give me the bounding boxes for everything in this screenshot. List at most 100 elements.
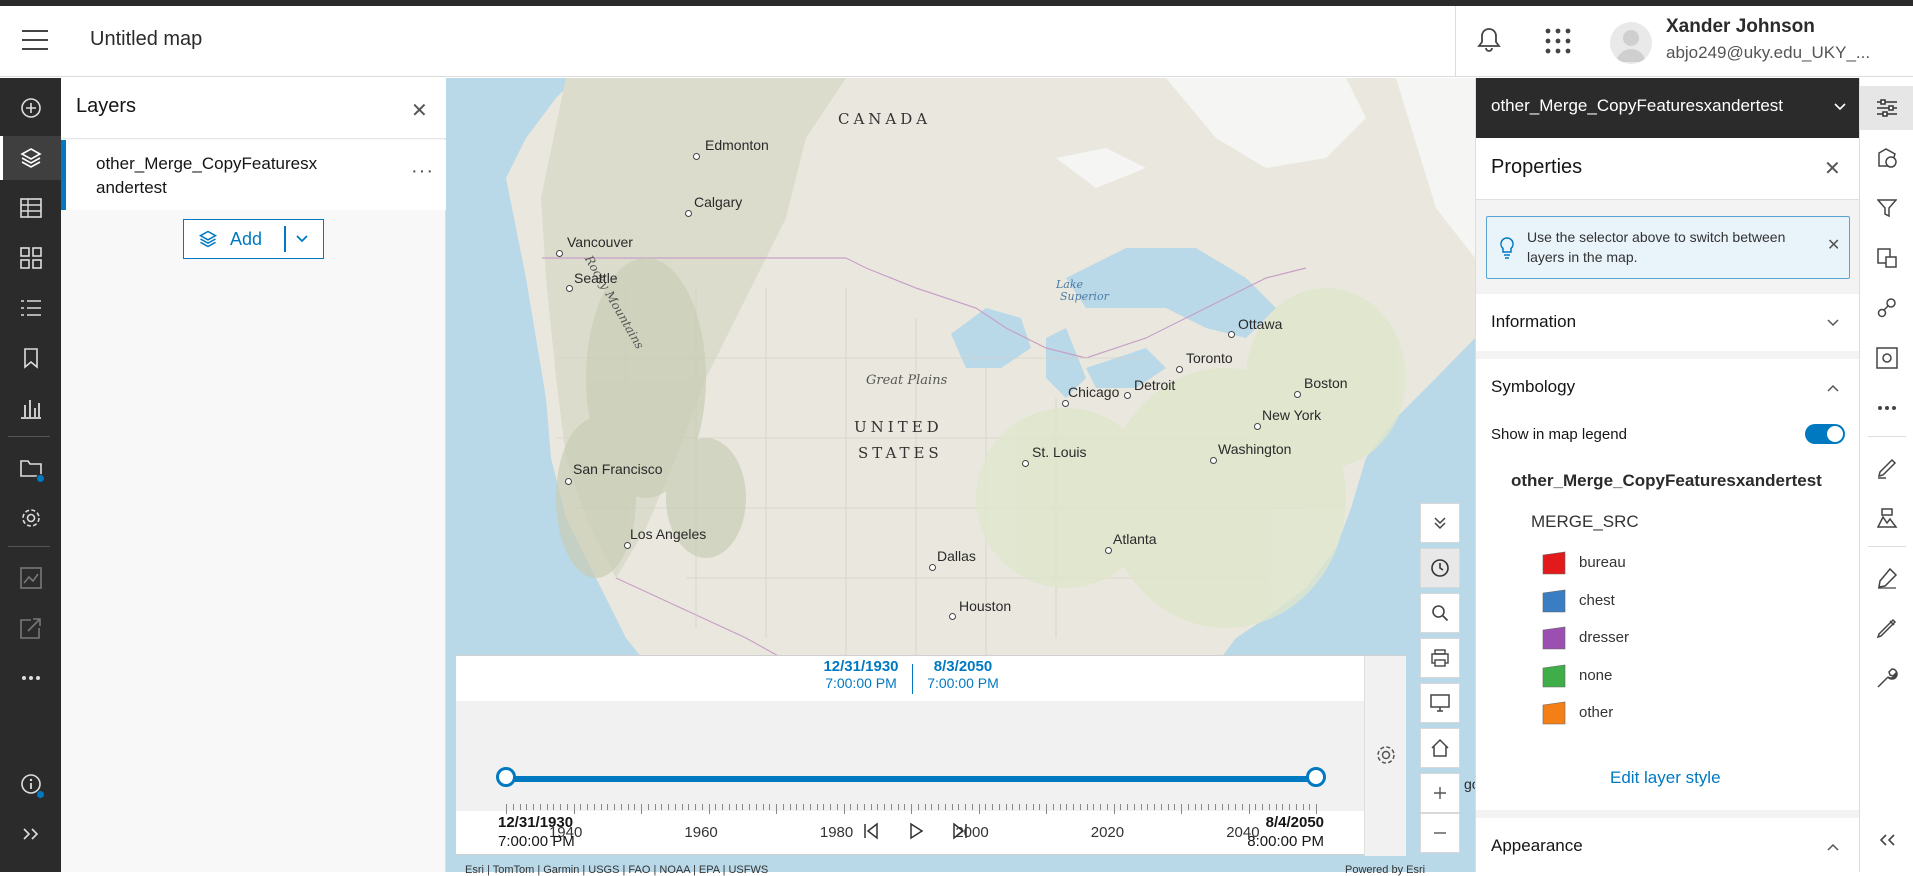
range-divider <box>912 664 913 694</box>
zoom-out-icon[interactable] <box>1420 813 1460 853</box>
bookmark-icon[interactable] <box>0 336 61 380</box>
more-icon[interactable] <box>1860 386 1913 430</box>
basemap-icon[interactable] <box>0 236 61 280</box>
analysis-icon[interactable] <box>0 556 61 600</box>
app-header: Untitled map Xander Johnson abjo249@uky.… <box>0 6 1913 77</box>
close-icon[interactable]: ✕ <box>1824 156 1841 181</box>
home-icon[interactable] <box>1420 728 1460 768</box>
chevron-down-icon[interactable] <box>295 230 309 248</box>
tick-mark <box>762 804 764 810</box>
expand-icon[interactable] <box>0 812 61 856</box>
layer-selector[interactable]: other_Merge_CopyFeaturesxandertest <box>1476 78 1860 138</box>
zoom-in-icon[interactable] <box>1420 773 1460 813</box>
edit-layer-style-link[interactable]: Edit layer style <box>1610 768 1721 788</box>
tick-mark <box>1255 804 1257 810</box>
map-label-united: UNITED <box>854 418 943 436</box>
tick-mark <box>1120 804 1122 810</box>
properties-header: Properties ✕ <box>1476 138 1860 200</box>
layers-icon[interactable] <box>0 136 61 180</box>
pop-ups-icon[interactable] <box>1860 286 1913 330</box>
table-icon[interactable] <box>0 186 61 230</box>
symbology-label[interactable]: Symbology <box>1491 377 1575 397</box>
draw-icon[interactable] <box>1860 606 1913 650</box>
charts-icon[interactable] <box>0 386 61 430</box>
display-icon[interactable] <box>1420 683 1460 723</box>
edit-icon[interactable] <box>1860 556 1913 600</box>
avatar[interactable] <box>1610 22 1652 64</box>
tick-mark <box>965 804 966 810</box>
layer-options-icon[interactable]: ··· <box>411 160 434 183</box>
layer-item[interactable]: other_Merge_CopyFeaturesxandertest ··· <box>61 140 446 210</box>
legend-swatch <box>1542 701 1566 725</box>
filter-icon[interactable] <box>1860 186 1913 230</box>
folder-icon[interactable] <box>0 446 61 490</box>
tick-mark <box>526 804 528 810</box>
notifications-icon[interactable] <box>1476 26 1502 59</box>
tick-mark <box>1154 804 1155 810</box>
info-icon[interactable] <box>0 762 61 806</box>
tick-mark <box>1262 804 1263 810</box>
slider-track[interactable] <box>506 776 1316 782</box>
chevron-down-icon <box>1834 103 1846 111</box>
city-marker <box>1022 460 1029 467</box>
effects-icon[interactable] <box>1860 236 1913 280</box>
appearance-section[interactable]: Appearance <box>1476 818 1860 872</box>
user-email[interactable]: abjo249@uky.edu_UKY_... <box>1666 43 1886 63</box>
chevron-up-icon[interactable] <box>1826 381 1840 395</box>
add-icon[interactable] <box>0 86 61 130</box>
city-marker <box>1124 392 1131 399</box>
next-icon[interactable] <box>950 821 970 846</box>
sketch-icon[interactable] <box>1860 446 1913 490</box>
city-marker <box>949 613 956 620</box>
powered-by-esri[interactable]: Powered by Esri <box>1345 864 1425 876</box>
tick-mark <box>1039 804 1041 810</box>
settings-icon[interactable] <box>0 496 61 540</box>
tools-icon[interactable] <box>1860 656 1913 700</box>
collapse-tools-icon[interactable] <box>1420 503 1460 543</box>
tick-mark <box>614 804 615 810</box>
play-icon[interactable] <box>906 821 926 846</box>
symbology-section: Symbology Show in map legend other_Merge… <box>1476 359 1860 810</box>
styles-icon[interactable] <box>1860 136 1913 180</box>
share-icon[interactable] <box>0 606 61 650</box>
tick-mark <box>641 804 642 814</box>
print-icon[interactable] <box>1420 638 1460 678</box>
user-name[interactable]: Xander Johnson <box>1666 16 1815 38</box>
gear-icon[interactable] <box>1375 744 1397 771</box>
app-launcher-icon[interactable] <box>1545 28 1571 59</box>
labels-icon[interactable] <box>1860 496 1913 540</box>
city-marker <box>693 153 700 160</box>
slider-start-handle[interactable] <box>496 767 516 787</box>
tick-mark <box>938 804 939 810</box>
information-section[interactable]: Information <box>1476 294 1860 351</box>
tick-mark <box>735 804 737 810</box>
menu-icon[interactable] <box>22 30 48 52</box>
tick-mark <box>944 804 946 810</box>
layers-icon <box>198 230 218 248</box>
close-icon[interactable]: ✕ <box>411 98 428 123</box>
tick-mark <box>1113 804 1115 814</box>
map-title[interactable]: Untitled map <box>90 28 202 51</box>
previous-icon[interactable] <box>861 821 881 846</box>
add-layer-button[interactable]: Add <box>183 219 324 259</box>
configure-icon[interactable] <box>1860 336 1913 380</box>
slider-end-handle[interactable] <box>1306 767 1326 787</box>
properties-icon[interactable] <box>1860 86 1913 130</box>
tick-mark <box>789 804 791 810</box>
tick-mark <box>850 804 852 810</box>
city-label-detroit: Detroit <box>1134 377 1176 393</box>
legend-icon[interactable] <box>0 286 61 330</box>
year-label: 1960 <box>684 824 718 841</box>
close-icon[interactable]: ✕ <box>1827 235 1840 255</box>
tick-mark <box>539 804 541 810</box>
show-in-legend-toggle[interactable] <box>1805 424 1845 444</box>
more-icon[interactable] <box>0 656 61 700</box>
tick-mark <box>870 804 872 810</box>
city-marker <box>1254 423 1261 430</box>
collapse-icon[interactable] <box>1860 818 1913 862</box>
tick-mark <box>1241 804 1243 810</box>
time-slider-icon[interactable] <box>1420 548 1460 588</box>
search-icon[interactable] <box>1420 593 1460 633</box>
city-marker <box>1294 391 1301 398</box>
tick-mark <box>708 804 710 814</box>
